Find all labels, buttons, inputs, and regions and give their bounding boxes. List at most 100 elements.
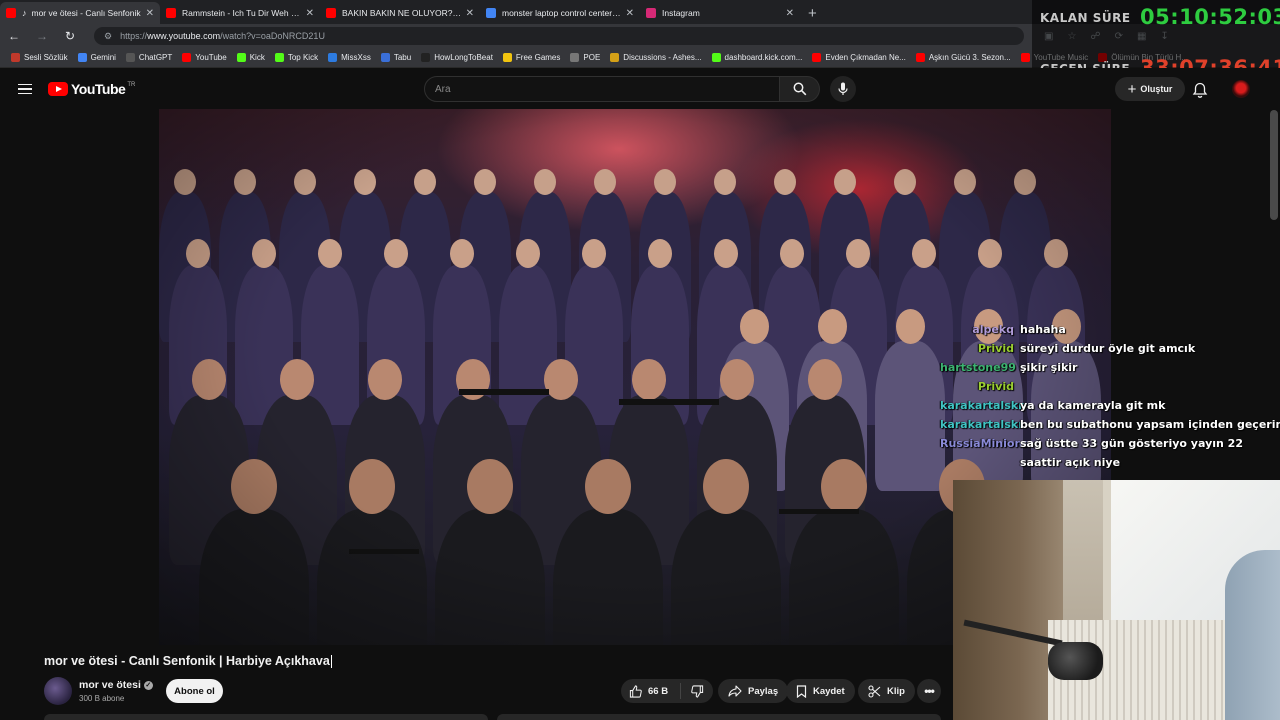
youtube-logo-text: YouTube — [71, 81, 126, 97]
notifications-bell-icon[interactable] — [1192, 82, 1208, 98]
search-input[interactable]: Ara — [424, 76, 780, 102]
webcam-microphone — [1048, 642, 1103, 680]
new-tab-icon[interactable]: + — [800, 2, 825, 24]
bookmark-label: Top Kick — [287, 53, 319, 62]
comments-box[interactable] — [497, 714, 941, 720]
bookmark-favicon-icon — [380, 53, 390, 62]
bookmark-item[interactable]: Evden Çıkmadan Ne... — [807, 53, 910, 62]
remaining-label: KALAN SÜRE — [1040, 11, 1131, 25]
bookmark-label: Sesli Sözlük — [24, 53, 68, 62]
like-dislike-group: 66 B — [621, 679, 713, 703]
video-title: mor ve ötesi - Canlı Senfonik | Harbiye … — [44, 654, 332, 669]
webcam-overlay — [953, 480, 1280, 720]
bookmark-item[interactable]: Aşkın Gücü 3. Sezon... — [911, 53, 1016, 62]
browser-tab[interactable]: Rammstein - Ich Tu Dir Weh (Live ✕ — [160, 2, 320, 24]
bookmark-item[interactable]: HowLongToBeat — [416, 53, 498, 62]
chat-text: hahaha — [1020, 323, 1066, 336]
plus-icon: + — [1127, 80, 1137, 98]
forward-icon[interactable]: → — [28, 29, 56, 43]
bookmark-item[interactable]: Gemini — [73, 53, 121, 62]
bookmark-item[interactable]: POE — [565, 53, 605, 62]
bookmark-item[interactable]: Top Kick — [270, 53, 323, 62]
address-bar[interactable]: ⚙ https://www.youtube.com/watch?v=oaDoNR… — [94, 27, 1024, 45]
chat-text: sağ üstte 33 gün gösteriyo yayın 22 saat… — [1020, 437, 1243, 469]
channel-avatar[interactable] — [44, 677, 72, 705]
scissors-icon — [868, 684, 881, 698]
bookmark-label: POE — [583, 53, 601, 62]
speaker-icon[interactable]: ♪ — [22, 8, 27, 18]
bookmark-item[interactable]: Tabu — [376, 53, 416, 62]
bookmark-item[interactable]: ChatGPT — [121, 53, 177, 62]
bookmark-item[interactable]: Sesli Sözlük — [6, 53, 73, 62]
create-button[interactable]: + Oluştur — [1115, 77, 1185, 101]
bookmark-label: Gemini — [90, 53, 116, 62]
bookmark-favicon-icon — [77, 53, 87, 62]
page-scrollbar[interactable] — [1270, 110, 1278, 220]
bookmark-favicon-icon — [915, 53, 925, 62]
more-actions-button[interactable]: ••• — [917, 679, 941, 703]
clip-wrap: Klip — [858, 679, 915, 703]
bookmark-item[interactable]: Discussions - Ashes... — [605, 53, 706, 62]
description-box[interactable] — [44, 714, 488, 720]
voice-search-button[interactable] — [830, 76, 856, 102]
browser-tab[interactable]: ♪ mor ve ötesi - Canlı Senfonik ✕ — [0, 2, 160, 24]
bookmark-label: Discussions - Ashes... — [623, 53, 702, 62]
url-prefix: https:// — [120, 31, 148, 41]
share-button[interactable]: Paylaş — [718, 679, 789, 703]
chat-text: süreyi durdur öyle git amcık — [1020, 342, 1196, 355]
tab-close-icon[interactable]: ✕ — [466, 8, 474, 19]
bookmark-favicon-icon — [812, 53, 822, 62]
tab-close-icon[interactable]: ✕ — [786, 8, 794, 19]
bookmark-label: Aşkın Gücü 3. Sezon... — [928, 53, 1011, 62]
youtube-header: YouTube TR Ara + Oluştur — [0, 68, 1280, 110]
browser-tab[interactable]: Instagram ✕ — [640, 2, 800, 24]
bookmark-item[interactable]: Kick — [232, 53, 270, 62]
menu-icon[interactable] — [18, 83, 32, 95]
chat-username: Privid — [977, 380, 1014, 393]
like-button[interactable]: 66 B — [621, 683, 681, 699]
browser-tab[interactable]: BAKIN BAKIN NE OLUYOR? | SSniper ✕ — [320, 2, 480, 24]
stream-chat-overlay: alpekq hahaha Privid süreyi durdur öyle git… — [940, 320, 1280, 472]
bookmark-favicon-icon — [610, 53, 620, 62]
bookmark-item[interactable]: Free Games — [498, 53, 565, 62]
chat-message: karakartalskr ya da kamerayla git mk — [940, 396, 1270, 415]
chat-text: şikir şikir — [1020, 361, 1078, 374]
url-path: /watch?v=oaDoNRCD21U — [220, 31, 325, 41]
bookmark-item[interactable]: MissXss — [323, 53, 376, 62]
tab-close-icon[interactable]: ✕ — [146, 8, 154, 19]
chat-username: Privid — [977, 342, 1014, 355]
bookmark-favicon-icon — [182, 53, 192, 62]
save-button[interactable]: Kaydet — [786, 679, 855, 703]
channel-name[interactable]: mor ve ötesi ✓ — [79, 679, 153, 691]
remaining-value: 05:10:52:03 — [1140, 5, 1280, 29]
tab-favicon-icon — [646, 8, 656, 18]
reload-icon[interactable]: ↻ — [56, 29, 84, 43]
browser-tab[interactable]: monster laptop control center fan ✕ — [480, 2, 640, 24]
tab-close-icon[interactable]: ✕ — [626, 8, 634, 19]
bookmark-label: ChatGPT — [138, 53, 173, 62]
search-button[interactable] — [780, 76, 820, 102]
chat-text: ya da kamerayla git mk — [1020, 399, 1166, 412]
search-icon — [793, 82, 806, 96]
webcam-person — [1225, 550, 1280, 720]
thumbs-down-icon — [690, 684, 703, 698]
thumbs-up-icon — [629, 684, 642, 698]
dislike-button[interactable] — [681, 684, 713, 698]
site-info-icon[interactable]: ⚙ — [104, 31, 112, 42]
chat-message: karakartalskr ben bu subathonu yapsam içi… — [940, 415, 1280, 434]
bookmark-favicon-icon — [502, 53, 512, 62]
bookmark-item[interactable]: dashboard.kick.com... — [707, 53, 808, 62]
bookmark-label: YouTube — [195, 53, 227, 62]
chat-text: ben bu subathonu yapsam içinden geçerim — [1020, 418, 1280, 431]
url-host: www.youtube.com — [147, 31, 221, 41]
subscribe-button[interactable]: Abone ol — [166, 679, 223, 703]
bookmark-item[interactable]: YouTube — [177, 53, 231, 62]
chat-message: hartstone99 şikir şikir — [940, 358, 1270, 377]
youtube-logo[interactable]: YouTube TR — [48, 81, 135, 97]
account-avatar[interactable] — [1232, 80, 1250, 98]
bookmark-label: Tabu — [393, 53, 412, 62]
clip-button[interactable]: Klip — [858, 679, 915, 703]
tab-close-icon[interactable]: ✕ — [306, 8, 314, 19]
back-icon[interactable]: ← — [0, 29, 28, 43]
country-code: TR — [127, 82, 136, 88]
